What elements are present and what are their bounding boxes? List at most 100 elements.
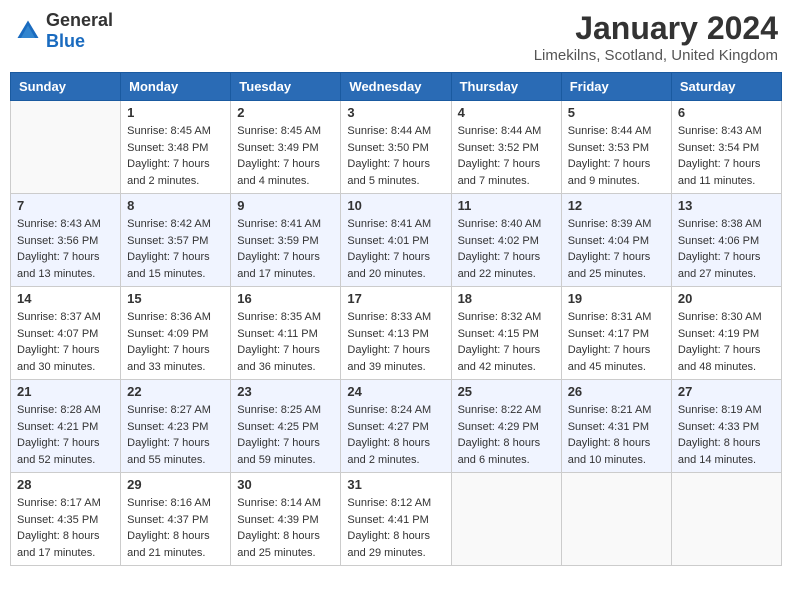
day-number: 20: [678, 291, 775, 306]
calendar-cell: 7 Sunrise: 8:43 AMSunset: 3:56 PMDaylight…: [11, 194, 121, 287]
day-info: Sunrise: 8:27 AMSunset: 4:23 PMDaylight:…: [127, 402, 224, 468]
day-number: 25: [458, 384, 555, 399]
logo: General Blue: [14, 10, 113, 52]
calendar-cell: [11, 101, 121, 194]
day-number: 19: [568, 291, 665, 306]
day-info: Sunrise: 8:40 AMSunset: 4:02 PMDaylight:…: [458, 216, 555, 282]
day-number: 27: [678, 384, 775, 399]
day-info: Sunrise: 8:33 AMSunset: 4:13 PMDaylight:…: [347, 309, 444, 375]
day-info: Sunrise: 8:32 AMSunset: 4:15 PMDaylight:…: [458, 309, 555, 375]
day-number: 30: [237, 477, 334, 492]
day-number: 1: [127, 105, 224, 120]
calendar-cell: 8 Sunrise: 8:42 AMSunset: 3:57 PMDaylight…: [121, 194, 231, 287]
day-number: 14: [17, 291, 114, 306]
calendar-cell: 28 Sunrise: 8:17 AMSunset: 4:35 PMDayligh…: [11, 473, 121, 566]
calendar-cell: 9 Sunrise: 8:41 AMSunset: 3:59 PMDaylight…: [231, 194, 341, 287]
calendar-cell: 27Sunrise: 8:19 AMSunset: 4:33 PMDayligh…: [671, 380, 781, 473]
calendar-cell: 24Sunrise: 8:24 AMSunset: 4:27 PMDayligh…: [341, 380, 451, 473]
calendar-cell: 16Sunrise: 8:35 AMSunset: 4:11 PMDayligh…: [231, 287, 341, 380]
day-number: 15: [127, 291, 224, 306]
day-info: Sunrise: 8:24 AMSunset: 4:27 PMDaylight:…: [347, 402, 444, 468]
day-number: 6: [678, 105, 775, 120]
day-info: Sunrise: 8:45 AMSunset: 3:48 PMDaylight:…: [127, 123, 224, 189]
day-number: 31: [347, 477, 444, 492]
calendar-cell: 18 Sunrise: 8:32 AMSunset: 4:15 PMDayligh…: [451, 287, 561, 380]
day-info: Sunrise: 8:21 AMSunset: 4:31 PMDaylight:…: [568, 402, 665, 468]
day-number: 29: [127, 477, 224, 492]
day-info: Sunrise: 8:25 AMSunset: 4:25 PMDaylight:…: [237, 402, 334, 468]
day-number: 12: [568, 198, 665, 213]
calendar-cell: 29Sunrise: 8:16 AMSunset: 4:37 PMDayligh…: [121, 473, 231, 566]
day-info: Sunrise: 8:22 AMSunset: 4:29 PMDaylight:…: [458, 402, 555, 468]
day-number: 7: [17, 198, 114, 213]
day-info: Sunrise: 8:43 AMSunset: 3:54 PMDaylight:…: [678, 123, 775, 189]
day-info: Sunrise: 8:44 AMSunset: 3:52 PMDaylight:…: [458, 123, 555, 189]
day-number: 4: [458, 105, 555, 120]
day-info: Sunrise: 8:39 AMSunset: 4:04 PMDaylight:…: [568, 216, 665, 282]
day-info: Sunrise: 8:44 AMSunset: 3:53 PMDaylight:…: [568, 123, 665, 189]
weekday-header-friday: Friday: [561, 73, 671, 101]
day-number: 22: [127, 384, 224, 399]
calendar-cell: [671, 473, 781, 566]
day-info: Sunrise: 8:17 AMSunset: 4:35 PMDaylight:…: [17, 495, 114, 561]
day-number: 28: [17, 477, 114, 492]
calendar-cell: 2 Sunrise: 8:45 AMSunset: 3:49 PMDaylight…: [231, 101, 341, 194]
title-area: January 2024 Limekilns, Scotland, United…: [534, 10, 778, 64]
calendar-cell: 20Sunrise: 8:30 AMSunset: 4:19 PMDayligh…: [671, 287, 781, 380]
day-number: 11: [458, 198, 555, 213]
weekday-header-thursday: Thursday: [451, 73, 561, 101]
day-number: 10: [347, 198, 444, 213]
calendar-week-row: 21 Sunrise: 8:28 AMSunset: 4:21 PMDayligh…: [11, 380, 782, 473]
day-info: Sunrise: 8:42 AMSunset: 3:57 PMDaylight:…: [127, 216, 224, 282]
month-title: January 2024: [534, 10, 778, 47]
logo-icon: [14, 17, 42, 45]
calendar-cell: [451, 473, 561, 566]
day-info: Sunrise: 8:45 AMSunset: 3:49 PMDaylight:…: [237, 123, 334, 189]
calendar-cell: 26 Sunrise: 8:21 AMSunset: 4:31 PMDayligh…: [561, 380, 671, 473]
day-number: 18: [458, 291, 555, 306]
day-number: 13: [678, 198, 775, 213]
calendar-cell: 31Sunrise: 8:12 AMSunset: 4:41 PMDayligh…: [341, 473, 451, 566]
logo-general: General: [46, 10, 113, 30]
day-number: 5: [568, 105, 665, 120]
day-info: Sunrise: 8:41 AMSunset: 3:59 PMDaylight:…: [237, 216, 334, 282]
calendar-cell: 1 Sunrise: 8:45 AMSunset: 3:48 PMDaylight…: [121, 101, 231, 194]
calendar-cell: 22 Sunrise: 8:27 AMSunset: 4:23 PMDayligh…: [121, 380, 231, 473]
calendar-cell: 19Sunrise: 8:31 AMSunset: 4:17 PMDayligh…: [561, 287, 671, 380]
day-number: 21: [17, 384, 114, 399]
calendar-cell: 15 Sunrise: 8:36 AMSunset: 4:09 PMDayligh…: [121, 287, 231, 380]
day-info: Sunrise: 8:35 AMSunset: 4:11 PMDaylight:…: [237, 309, 334, 375]
logo-blue: Blue: [46, 31, 85, 51]
weekday-header-tuesday: Tuesday: [231, 73, 341, 101]
calendar-cell: 13 Sunrise: 8:38 AMSunset: 4:06 PMDayligh…: [671, 194, 781, 287]
day-number: 23: [237, 384, 334, 399]
day-info: Sunrise: 8:36 AMSunset: 4:09 PMDaylight:…: [127, 309, 224, 375]
weekday-header-saturday: Saturday: [671, 73, 781, 101]
page-header: General Blue January 2024 Limekilns, Sco…: [10, 10, 782, 64]
day-number: 17: [347, 291, 444, 306]
calendar-cell: 4 Sunrise: 8:44 AMSunset: 3:52 PMDaylight…: [451, 101, 561, 194]
calendar-week-row: 28 Sunrise: 8:17 AMSunset: 4:35 PMDayligh…: [11, 473, 782, 566]
calendar-week-row: 7 Sunrise: 8:43 AMSunset: 3:56 PMDaylight…: [11, 194, 782, 287]
weekday-header-sunday: Sunday: [11, 73, 121, 101]
day-info: Sunrise: 8:37 AMSunset: 4:07 PMDaylight:…: [17, 309, 114, 375]
calendar-cell: 5 Sunrise: 8:44 AMSunset: 3:53 PMDaylight…: [561, 101, 671, 194]
day-number: 9: [237, 198, 334, 213]
calendar-table: SundayMondayTuesdayWednesdayThursdayFrid…: [10, 72, 782, 566]
day-info: Sunrise: 8:43 AMSunset: 3:56 PMDaylight:…: [17, 216, 114, 282]
calendar-cell: 30Sunrise: 8:14 AMSunset: 4:39 PMDayligh…: [231, 473, 341, 566]
day-number: 2: [237, 105, 334, 120]
calendar-cell: 3Sunrise: 8:44 AMSunset: 3:50 PMDaylight…: [341, 101, 451, 194]
weekday-header-wednesday: Wednesday: [341, 73, 451, 101]
weekday-header-monday: Monday: [121, 73, 231, 101]
day-info: Sunrise: 8:28 AMSunset: 4:21 PMDaylight:…: [17, 402, 114, 468]
calendar-cell: 25 Sunrise: 8:22 AMSunset: 4:29 PMDayligh…: [451, 380, 561, 473]
calendar-week-row: 14 Sunrise: 8:37 AMSunset: 4:07 PMDayligh…: [11, 287, 782, 380]
day-number: 26: [568, 384, 665, 399]
day-info: Sunrise: 8:38 AMSunset: 4:06 PMDaylight:…: [678, 216, 775, 282]
calendar-cell: 23 Sunrise: 8:25 AMSunset: 4:25 PMDayligh…: [231, 380, 341, 473]
location: Limekilns, Scotland, United Kingdom: [534, 47, 778, 64]
day-number: 3: [347, 105, 444, 120]
day-info: Sunrise: 8:41 AMSunset: 4:01 PMDaylight:…: [347, 216, 444, 282]
day-number: 8: [127, 198, 224, 213]
